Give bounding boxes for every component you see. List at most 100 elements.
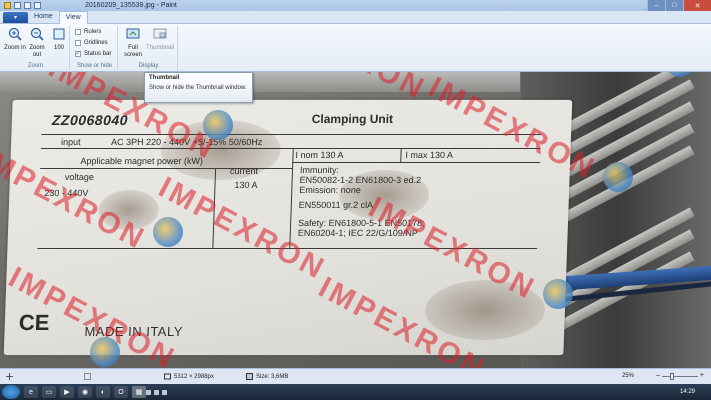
image-dimensions-text: 5312 × 2988px	[174, 373, 214, 380]
gridlines-label: Gridlines	[84, 40, 108, 46]
zoom-slider-thumb[interactable]	[669, 373, 674, 380]
magnet-power-label: Applicable magnet power (kW)	[80, 155, 204, 166]
rulers-checkbox[interactable]: Rulers	[75, 29, 101, 35]
taskbar-app-explorer-icon[interactable]: ▭	[42, 386, 56, 398]
taskbar-app-firefox-icon[interactable]: ◐	[96, 386, 110, 398]
ribbon-tab-bar: ▾ Home View	[0, 11, 711, 24]
voltage-value: 230 - 440V	[44, 187, 89, 198]
rulers-checkbox-box[interactable]	[75, 29, 81, 35]
selection-icon	[84, 373, 91, 380]
safety-line-1: Safety: EN61800-5-1 EN50178;	[297, 217, 425, 229]
zoom-in-button[interactable]: Zoom in	[4, 27, 26, 52]
photo-top-strip	[0, 72, 520, 92]
thumbnail-icon	[153, 28, 167, 39]
ribbon: Zoom in Zoom out 100 Zoom Rulers Gridlin…	[0, 24, 711, 72]
imax-value: I max 130 A	[405, 149, 454, 160]
zoom-100-label: 100	[53, 45, 64, 51]
undo-icon[interactable]	[24, 2, 31, 9]
taskbar-clock[interactable]: 14:29	[680, 389, 695, 395]
tooltip-body: Show or hide the Thumbnail window.	[149, 85, 247, 91]
part-code: ZZ0068040	[51, 111, 129, 128]
plate-rule	[40, 147, 541, 149]
tray-icon[interactable]	[146, 389, 151, 395]
file-menu-button[interactable]: ▾	[3, 12, 28, 23]
status-bar-label: Status bar	[84, 51, 112, 57]
watermark-globe-icon	[203, 110, 233, 140]
tray-icon[interactable]	[162, 389, 167, 395]
watermark-globe-icon	[543, 279, 573, 309]
full-screen-label: Full screen	[123, 45, 142, 58]
disk-icon	[246, 373, 253, 380]
safety-line-2: EN60204-1; IEC 22/G/109/NP	[297, 228, 418, 239]
file-size: Size: 3,6MB	[246, 373, 288, 380]
gridlines-checkbox[interactable]: Gridlines	[75, 40, 108, 46]
immunity-standards: EN50082-1-2 EN61800-3 ed.2	[299, 174, 422, 185]
fin	[557, 72, 695, 137]
zoom-group: Zoom in Zoom out 100 Zoom	[2, 26, 70, 70]
title-bar: 20160209_135539.jpg - Paint – □ ✕	[0, 0, 711, 11]
close-button[interactable]: ✕	[683, 0, 711, 11]
zoom-out-label: Zoom out	[29, 45, 45, 58]
inom-value: I nom 130 A	[295, 149, 344, 160]
show-hide-group: Rulers Gridlines ✓ Status bar Show or hi…	[72, 26, 118, 70]
actual-size-icon	[53, 28, 65, 40]
zoom-group-label: Zoom	[27, 63, 44, 69]
window-controls: – □ ✕	[647, 0, 711, 11]
crosshair-icon	[6, 373, 13, 380]
tab-view[interactable]: View	[58, 11, 88, 24]
plate-rule	[292, 161, 541, 163]
taskbar-app-paint-icon[interactable]: ▦	[132, 386, 146, 398]
en550011-value: EN550011 gr.2 clA	[298, 199, 374, 210]
full-screen-button[interactable]: Full screen	[122, 27, 144, 59]
tooltip-title: Thumbnail	[149, 75, 180, 81]
tray-icon[interactable]	[154, 389, 159, 395]
display-group-label: Display	[138, 63, 159, 69]
zoom-100-button[interactable]: 100	[48, 27, 70, 52]
taskbar-app-ie-icon[interactable]: e	[24, 386, 38, 398]
start-button[interactable]	[2, 385, 20, 399]
status-bar: 5312 × 2988px Size: 3,6MB 25% – +	[0, 368, 711, 384]
maximize-button[interactable]: □	[665, 0, 683, 11]
input-label: input	[60, 136, 81, 147]
watermark-globe-icon	[153, 217, 183, 247]
plate-rule	[37, 248, 538, 250]
made-in-label: MADE IN ITALY	[84, 324, 184, 340]
zoom-plus-icon[interactable]: +	[700, 372, 704, 379]
window-title: 20160209_135539.jpg - Paint	[85, 2, 177, 9]
image-canvas[interactable]: ZZ0068040 Clamping Unit input AC 3PH 220…	[0, 72, 711, 368]
thumbnail-label: Thumbnail	[146, 45, 175, 51]
system-tray	[146, 389, 167, 395]
full-screen-icon	[126, 28, 140, 39]
zoom-minus-icon[interactable]: –	[656, 372, 660, 379]
plate-divider	[400, 147, 402, 162]
tab-home[interactable]: Home	[28, 11, 59, 23]
input-value: AC 3PH 220 - 440V +5/-15% 50/60Hz	[110, 136, 263, 147]
file-size-text: Size: 3,6MB	[256, 373, 289, 380]
taskbar-app-media-icon[interactable]: ▶	[60, 386, 74, 398]
ce-mark: CE	[18, 310, 50, 336]
gridlines-checkbox-box[interactable]	[75, 40, 81, 46]
current-label: current	[229, 165, 259, 176]
minimize-button[interactable]: –	[647, 0, 665, 11]
zoom-in-label: Zoom in	[4, 45, 26, 51]
stain	[423, 280, 547, 341]
taskbar-app-opera-icon[interactable]: O	[114, 386, 128, 398]
watermark-globe-icon	[603, 162, 633, 192]
quick-access-toolbar	[0, 0, 41, 11]
thumbnail-button[interactable]: Thumbnail	[146, 27, 174, 52]
save-icon[interactable]	[14, 2, 21, 9]
zoom-out-button[interactable]: Zoom out	[26, 27, 48, 59]
watermark-globe-icon	[90, 337, 120, 367]
display-group: Full screen Thumbnail Display	[120, 26, 178, 70]
cursor-position	[6, 373, 13, 380]
show-hide-group-label: Show or hide	[76, 63, 113, 69]
plate-rule	[41, 133, 542, 135]
zoom-slider[interactable]: – +	[656, 372, 704, 380]
zoom-slider-track[interactable]	[662, 376, 698, 377]
zoom-out-icon	[30, 27, 44, 41]
taskbar-app-chrome-icon[interactable]: ◉	[78, 386, 92, 398]
status-bar-checkbox[interactable]: ✓ Status bar	[75, 51, 111, 57]
redo-icon[interactable]	[34, 2, 41, 9]
taskbar: e ▭ ▶ ◉ ◐ O ▦ 14:29	[0, 384, 711, 400]
status-bar-checkbox-box[interactable]: ✓	[75, 51, 81, 57]
